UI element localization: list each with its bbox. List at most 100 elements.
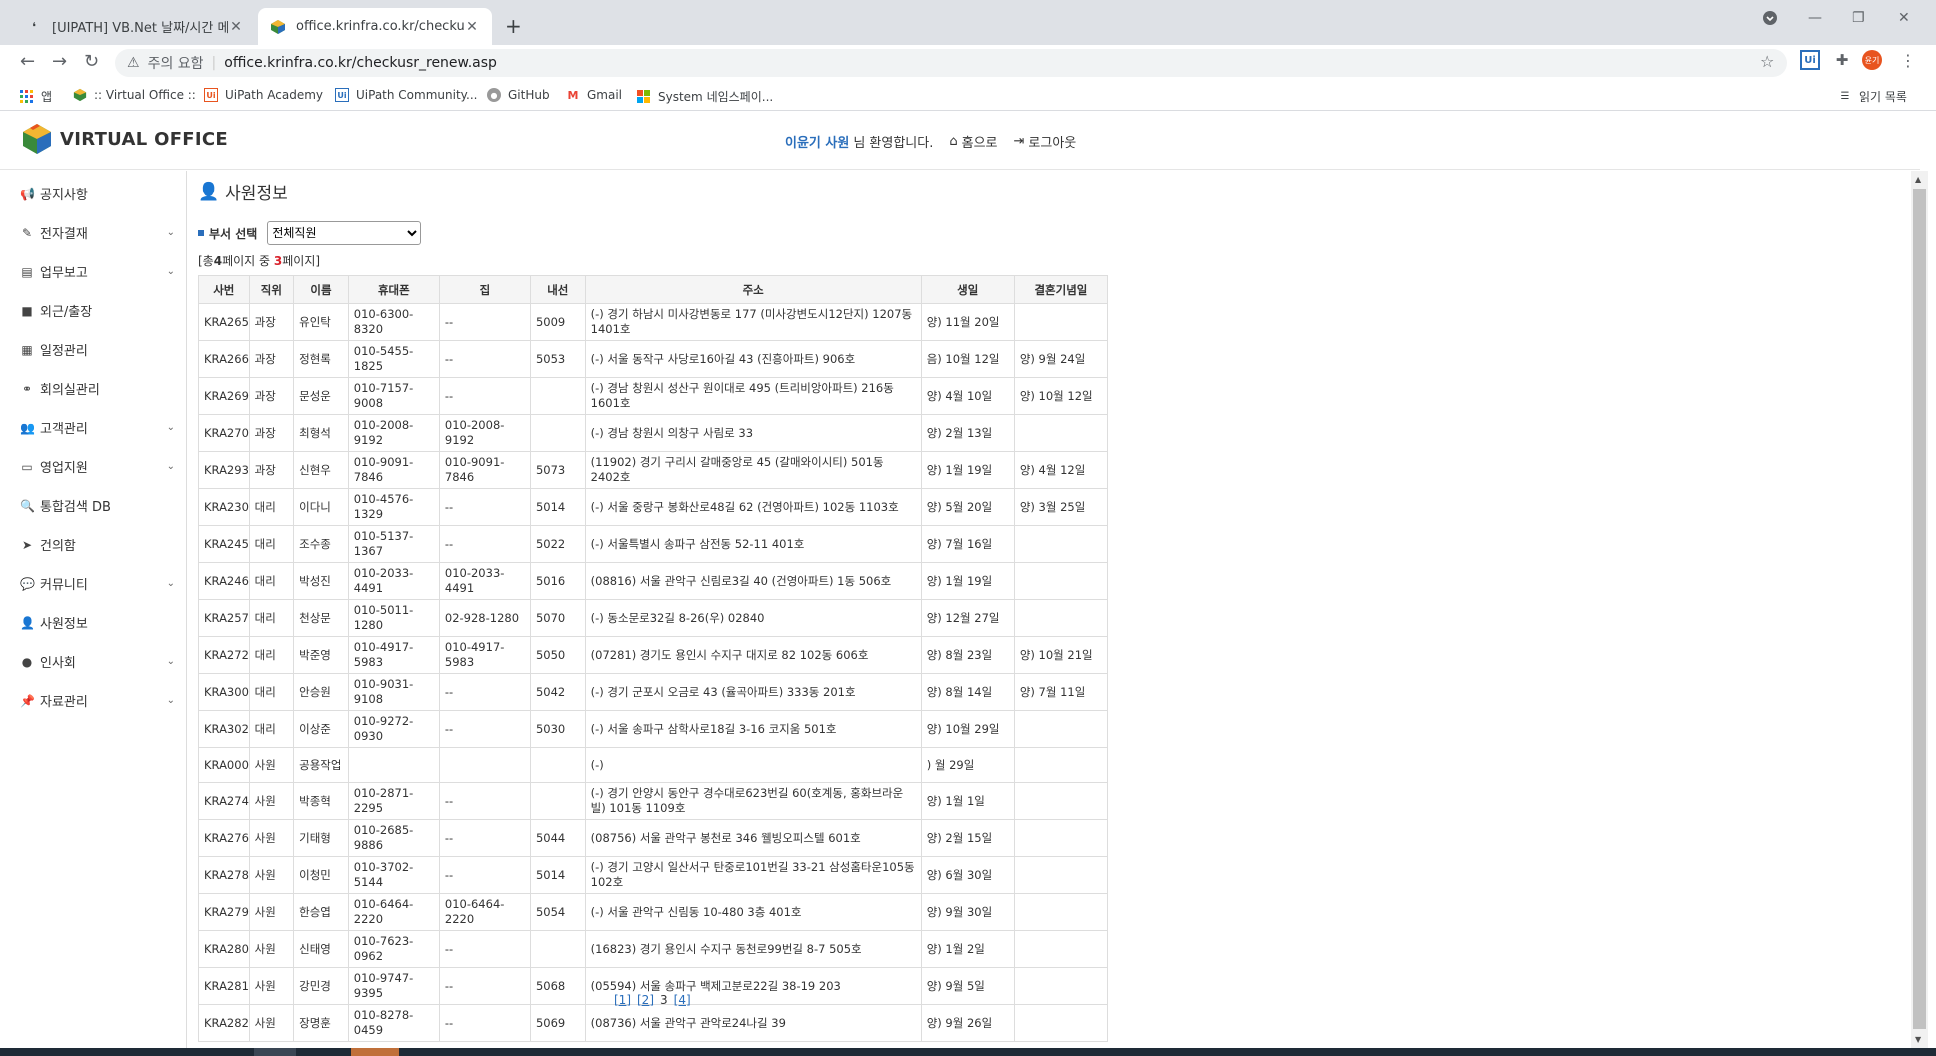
ui-path-tab-icon: ❛ [32, 19, 36, 34]
back-icon[interactable]: ← [20, 51, 35, 72]
table-cell: -- [438, 1004, 531, 1042]
bookmark-apps[interactable]: 앱 [20, 88, 52, 105]
table-cell: -- [438, 819, 531, 857]
url-text[interactable]: office.krinfra.co.kr/checkusr_renew.asp [224, 55, 497, 71]
bookmark-label: UiPath Community... [356, 88, 478, 102]
gmail-icon: M [567, 88, 579, 102]
bookmark-virtual-office[interactable]: :: Virtual Office :: [73, 88, 196, 102]
page-info-middle: 페이지 중 [222, 254, 274, 268]
table-cell [1013, 414, 1109, 452]
sidebar-item-report[interactable]: ▤ 업무보고 ⌄ [20, 262, 175, 282]
window-close-icon[interactable]: ✕ [1898, 10, 1910, 26]
tab-search-icon[interactable] [1762, 10, 1778, 30]
sidebar-item-outside-work[interactable]: ■ 외근/출장 [20, 301, 175, 321]
table-cell: KRA274 [198, 782, 250, 820]
reading-list-button[interactable]: ☰ 읽기 목록 [1838, 88, 1907, 105]
table-cell: -- [438, 340, 531, 378]
column-header: 주소 [584, 275, 922, 304]
app-header: VIRTUAL OFFICE 이윤기 사원 님 환영합니다. ⌂ 홈으로 ⇥ 로… [0, 112, 1920, 170]
browser-menu-icon[interactable]: ⋮ [1898, 50, 1918, 70]
table-cell: 5068 [529, 967, 586, 1005]
profile-avatar[interactable]: 윤기 [1862, 50, 1882, 70]
table-cell: 양) 1월 19일 [920, 451, 1015, 489]
sidebar-item-meeting-room[interactable]: ⚭ 회의실관리 [20, 379, 175, 399]
table-cell: 010-6464-2220 [347, 893, 440, 931]
page-info-suffix: 페이지] [282, 254, 321, 268]
pagination: [1] [2] 3 [4] [614, 993, 691, 1007]
new-tab-button[interactable]: + [505, 14, 522, 38]
column-header: 내선 [529, 275, 586, 304]
column-header: 결혼기념일 [1013, 275, 1109, 304]
sidebar-item-employee-info[interactable]: 👤 사원정보 [20, 613, 175, 633]
sidebar-item-archive[interactable]: 📌 자료관리 ⌄ [20, 691, 175, 711]
warning-icon[interactable]: ⚠ [127, 55, 140, 71]
address-bar[interactable]: ⚠ 주의 요함 | office.krinfra.co.kr/checkusr_… [115, 49, 1787, 77]
scrollbar-thumb[interactable] [1913, 189, 1926, 1029]
edit-icon: ✎ [21, 225, 33, 240]
logout-label: 로그아웃 [1028, 136, 1077, 151]
table-cell: 양) 7월 11일 [1013, 673, 1109, 711]
table-cell: 과장 [248, 340, 295, 378]
minimize-icon[interactable]: — [1808, 10, 1822, 26]
page-link-2[interactable]: [2] [637, 993, 654, 1007]
extensions-puzzle-icon[interactable]: ✚ [1832, 50, 1852, 70]
sidebar-item-customer[interactable]: 👥 고객관리 ⌄ [20, 418, 175, 438]
sidebar-item-community[interactable]: 💬 커뮤니티 ⌄ [20, 574, 175, 594]
scroll-up-icon[interactable]: ▲ [1915, 175, 1921, 184]
sidebar-item-sales[interactable]: ▭ 영업지원 ⌄ [20, 457, 175, 477]
bookmark-uipath-academy[interactable]: Ui UiPath Academy [204, 88, 323, 102]
table-cell: 양) 4월 10일 [920, 377, 1015, 415]
table-cell [1013, 747, 1109, 783]
browser-tab-office[interactable]: office.krinfra.co.kr/checkusr_rene ✕ [258, 8, 492, 45]
sidebar-item-approval[interactable]: ✎ 전자결재 ⌄ [20, 223, 175, 243]
reload-icon[interactable]: ↻ [84, 51, 99, 72]
bookmark-gmail[interactable]: M Gmail [566, 88, 623, 102]
sidebar-item-label: 건의함 [40, 539, 76, 554]
table-cell [347, 747, 440, 783]
dept-select[interactable]: 전체직원 [267, 221, 422, 245]
sidebar-item-search-db[interactable]: 🔍 통합검색 DB [20, 496, 175, 516]
security-label[interactable]: 주의 요함 [148, 53, 204, 73]
table-cell: 박성진 [293, 562, 349, 600]
home-link[interactable]: ⌂ 홈으로 [949, 132, 997, 151]
vertical-scrollbar[interactable]: ▲ ▼ [1911, 171, 1928, 1048]
page-link-1[interactable]: [1] [614, 993, 631, 1007]
browser-tab-uipath[interactable]: ❛ [UIPATH] VB.Net 날짜/시간 메소 ✕ [14, 8, 256, 45]
table-row: KRA279 사원 한승엽 010-6464-2220 010-6464-2220 505… [198, 893, 1109, 931]
taskbar-app[interactable] [254, 1048, 296, 1056]
app-logo[interactable]: VIRTUAL OFFICE [20, 122, 228, 156]
address-separator: | [211, 55, 217, 71]
forward-icon[interactable]: → [52, 51, 67, 72]
table-body: KRA265 과장 유인탁 010-6300-8320 -- 5009 (-) 경기 하남시… [198, 303, 1109, 1042]
table-cell: 010-2008-9192 [347, 414, 440, 452]
bookmark-system-namespace[interactable]: System 네임스페이... [637, 88, 773, 105]
logout-link[interactable]: ⇥ 로그아웃 [1014, 132, 1077, 151]
sidebar-item-notice[interactable]: 📢 공지사항 [20, 184, 175, 204]
dept-filter: 부서 선택 전체직원 [198, 221, 422, 245]
page-link-4[interactable]: [4] [674, 993, 691, 1007]
sidebar-item-label: 영업지원 [40, 461, 88, 476]
sidebar-item-suggestion[interactable]: ➤ 건의함 [20, 535, 175, 555]
table-cell: 문성운 [293, 377, 349, 415]
close-tab-icon[interactable]: ✕ [228, 19, 244, 35]
taskbar-app-active[interactable] [351, 1048, 399, 1056]
close-tab-icon[interactable]: ✕ [464, 19, 480, 35]
restore-icon[interactable]: ❐ [1852, 10, 1865, 26]
bookmark-uipath-community[interactable]: Ui UiPath Community... [335, 88, 477, 102]
bookmark-github[interactable]: ● GitHub [487, 88, 550, 102]
bookmark-star-icon[interactable]: ☆ [1760, 52, 1774, 71]
scroll-down-icon[interactable]: ▼ [1915, 1035, 1921, 1044]
sidebar-item-schedule[interactable]: ▦ 일정관리 [20, 340, 175, 360]
table-cell [1013, 562, 1109, 600]
table-cell: 공용작업 [293, 747, 349, 783]
table-cell: 010-9747-9395 [347, 967, 440, 1005]
table-row: KRA265 과장 유인탁 010-6300-8320 -- 5009 (-) 경기 하남시… [198, 303, 1109, 341]
table-cell: (-) 경남 창원시 의창구 사림로 33 [584, 414, 922, 452]
sidebar-item-personnel[interactable]: ● 인사회 ⌄ [20, 652, 175, 672]
table-cell [529, 414, 586, 452]
table-cell: 010-7623-0962 [347, 930, 440, 968]
table-cell: 010-4917-5983 [347, 636, 440, 674]
table-cell: 음) 10월 12일 [920, 340, 1015, 378]
table-cell: (-) 서울 동작구 사당로16아길 43 (진흥아파트) 906호 [584, 340, 922, 378]
uipath-extension-icon[interactable]: Ui [1800, 50, 1820, 70]
